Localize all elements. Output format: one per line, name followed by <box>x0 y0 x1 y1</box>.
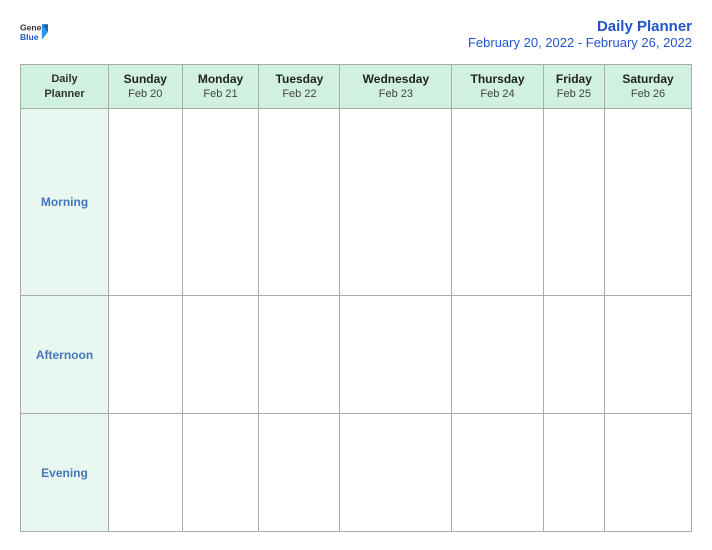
cell-afternoon-sunday[interactable] <box>109 296 183 414</box>
row-label-afternoon: Afternoon <box>21 296 109 414</box>
svg-text:Blue: Blue <box>20 32 39 42</box>
header-row: Daily Planner Sunday Feb 20 Monday Feb 2… <box>21 65 692 109</box>
header-label-line1: Daily <box>51 73 77 85</box>
day-date-tuesday: Feb 22 <box>259 87 339 101</box>
day-name-monday: Monday <box>183 72 259 88</box>
day-name-sunday: Sunday <box>109 72 182 88</box>
header-label-line2: Planner <box>44 88 84 100</box>
cell-afternoon-thursday[interactable] <box>452 296 543 414</box>
col-header-wednesday: Wednesday Feb 23 <box>340 65 452 109</box>
day-name-friday: Friday <box>544 72 604 88</box>
cell-afternoon-tuesday[interactable] <box>259 296 340 414</box>
planner-title: Daily Planner <box>468 18 692 35</box>
header-label-cell: Daily Planner <box>21 65 109 109</box>
cell-evening-friday[interactable] <box>543 414 604 532</box>
logo-area: General Blue <box>20 18 48 46</box>
day-name-saturday: Saturday <box>605 72 691 88</box>
day-name-wednesday: Wednesday <box>340 72 451 88</box>
cell-afternoon-wednesday[interactable] <box>340 296 452 414</box>
cell-morning-monday[interactable] <box>182 109 259 296</box>
day-date-friday: Feb 25 <box>544 87 604 101</box>
col-header-monday: Monday Feb 21 <box>182 65 259 109</box>
cell-morning-friday[interactable] <box>543 109 604 296</box>
row-label-evening: Evening <box>21 414 109 532</box>
day-date-wednesday: Feb 23 <box>340 87 451 101</box>
day-name-thursday: Thursday <box>452 72 542 88</box>
day-date-thursday: Feb 24 <box>452 87 542 101</box>
cell-afternoon-saturday[interactable] <box>605 296 692 414</box>
cell-morning-wednesday[interactable] <box>340 109 452 296</box>
col-header-tuesday: Tuesday Feb 22 <box>259 65 340 109</box>
day-name-tuesday: Tuesday <box>259 72 339 88</box>
day-date-monday: Feb 21 <box>183 87 259 101</box>
cell-morning-sunday[interactable] <box>109 109 183 296</box>
cell-evening-monday[interactable] <box>182 414 259 532</box>
cell-morning-saturday[interactable] <box>605 109 692 296</box>
col-header-sunday: Sunday Feb 20 <box>109 65 183 109</box>
cell-afternoon-friday[interactable] <box>543 296 604 414</box>
col-header-friday: Friday Feb 25 <box>543 65 604 109</box>
row-afternoon: Afternoon <box>21 296 692 414</box>
header: General Blue Daily Planner February 20, … <box>20 18 692 50</box>
date-range: February 20, 2022 - February 26, 2022 <box>468 35 692 50</box>
cell-evening-sunday[interactable] <box>109 414 183 532</box>
title-area: Daily Planner February 20, 2022 - Februa… <box>468 18 692 50</box>
row-morning: Morning <box>21 109 692 296</box>
cell-morning-tuesday[interactable] <box>259 109 340 296</box>
cell-morning-thursday[interactable] <box>452 109 543 296</box>
page: General Blue Daily Planner February 20, … <box>0 0 712 550</box>
col-header-saturday: Saturday Feb 26 <box>605 65 692 109</box>
row-label-morning: Morning <box>21 109 109 296</box>
cell-evening-thursday[interactable] <box>452 414 543 532</box>
cell-evening-saturday[interactable] <box>605 414 692 532</box>
generalblue-logo-icon: General Blue <box>20 18 48 46</box>
cell-evening-wednesday[interactable] <box>340 414 452 532</box>
day-date-sunday: Feb 20 <box>109 87 182 101</box>
cell-afternoon-monday[interactable] <box>182 296 259 414</box>
col-header-thursday: Thursday Feb 24 <box>452 65 543 109</box>
calendar-table: Daily Planner Sunday Feb 20 Monday Feb 2… <box>20 64 692 532</box>
cell-evening-tuesday[interactable] <box>259 414 340 532</box>
day-date-saturday: Feb 26 <box>605 87 691 101</box>
row-evening: Evening <box>21 414 692 532</box>
